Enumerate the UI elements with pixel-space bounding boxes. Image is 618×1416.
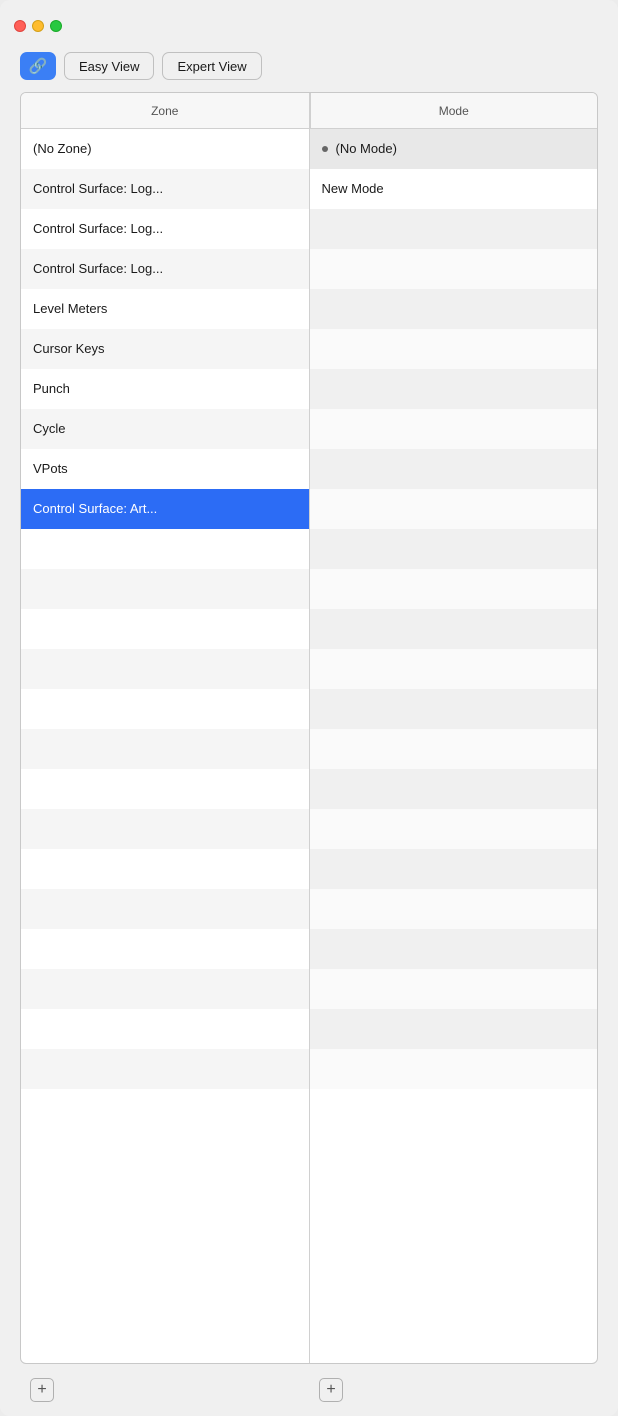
list-item-empty[interactable] [21,729,309,769]
main-content: Zone (No Zone) Control Surface: Log... C… [0,92,618,1364]
mode-item-empty[interactable] [310,609,598,649]
footer-zone-section: + [20,1378,309,1402]
mode-item-empty[interactable] [310,729,598,769]
toolbar: 🔗 Easy View Expert View [0,52,618,92]
close-button[interactable] [14,20,26,32]
mode-item-empty[interactable] [310,409,598,449]
mode-panel-header: Mode [310,93,598,129]
mode-item-empty[interactable] [310,1009,598,1049]
zone-panel-header: Zone [21,93,309,129]
mode-item-new-mode[interactable]: New Mode [310,169,598,209]
link-icon: 🔗 [29,57,48,75]
list-item-empty[interactable] [21,529,309,569]
list-item-empty[interactable] [21,809,309,849]
traffic-lights [14,20,62,32]
list-item-cycle[interactable]: Cycle [21,409,309,449]
list-item[interactable]: Level Meters [21,289,309,329]
mode-item-empty[interactable] [310,489,598,529]
list-item-vpots[interactable]: VPots [21,449,309,489]
add-zone-button[interactable]: + [30,1378,54,1402]
mode-item-empty[interactable] [310,249,598,289]
mode-item-empty[interactable] [310,209,598,249]
dot-indicator [322,146,328,152]
list-item[interactable]: Control Surface: Log... [21,209,309,249]
mode-item-empty[interactable] [310,1049,598,1089]
list-item[interactable]: (No Zone) [21,129,309,169]
list-item-empty[interactable] [21,689,309,729]
list-item-empty[interactable] [21,649,309,689]
mode-item-empty[interactable] [310,969,598,1009]
list-item-empty[interactable] [21,969,309,1009]
list-item[interactable]: Control Surface: Log... [21,249,309,289]
list-item-empty[interactable] [21,1049,309,1089]
footer-mode-section: + [309,1378,598,1402]
easy-view-button[interactable]: Easy View [64,52,154,80]
mode-item-empty[interactable] [310,449,598,489]
mode-item-empty[interactable] [310,569,598,609]
link-button[interactable]: 🔗 [20,52,56,80]
mode-item-empty[interactable] [310,289,598,329]
footer: + + [0,1364,618,1416]
mode-item-empty[interactable] [310,849,598,889]
maximize-button[interactable] [50,20,62,32]
zone-panel: Zone (No Zone) Control Surface: Log... C… [21,93,310,1363]
mode-item-empty[interactable] [310,649,598,689]
mode-item-empty[interactable] [310,929,598,969]
list-item-empty[interactable] [21,569,309,609]
mode-item-empty[interactable] [310,329,598,369]
list-item-empty[interactable] [21,889,309,929]
title-bar [0,0,618,52]
mode-list[interactable]: (No Mode) New Mode [310,129,598,1363]
minimize-button[interactable] [32,20,44,32]
panels-container: Zone (No Zone) Control Surface: Log... C… [20,92,598,1364]
list-item-empty[interactable] [21,849,309,889]
add-mode-button[interactable]: + [319,1378,343,1402]
list-item-empty[interactable] [21,1009,309,1049]
list-item-empty[interactable] [21,769,309,809]
mode-item-empty[interactable] [310,529,598,569]
list-item-punch[interactable]: Punch [21,369,309,409]
mode-item-empty[interactable] [310,769,598,809]
list-item-control-surface-art[interactable]: Control Surface: Art... [21,489,309,529]
mode-item-empty[interactable] [310,369,598,409]
list-item-cursor-keys[interactable]: Cursor Keys [21,329,309,369]
mode-item-no-mode[interactable]: (No Mode) [310,129,598,169]
list-item-empty[interactable] [21,929,309,969]
list-item-empty[interactable] [21,609,309,649]
zone-list[interactable]: (No Zone) Control Surface: Log... Contro… [21,129,309,1363]
mode-item-empty[interactable] [310,889,598,929]
expert-view-button[interactable]: Expert View [162,52,261,80]
list-item[interactable]: Control Surface: Log... [21,169,309,209]
mode-item-empty[interactable] [310,689,598,729]
mode-panel: Mode (No Mode) New Mode [310,93,598,1363]
footer-inner: + + [20,1378,598,1402]
mode-item-empty[interactable] [310,809,598,849]
main-window: 🔗 Easy View Expert View Zone (No Zone) C… [0,0,618,1416]
